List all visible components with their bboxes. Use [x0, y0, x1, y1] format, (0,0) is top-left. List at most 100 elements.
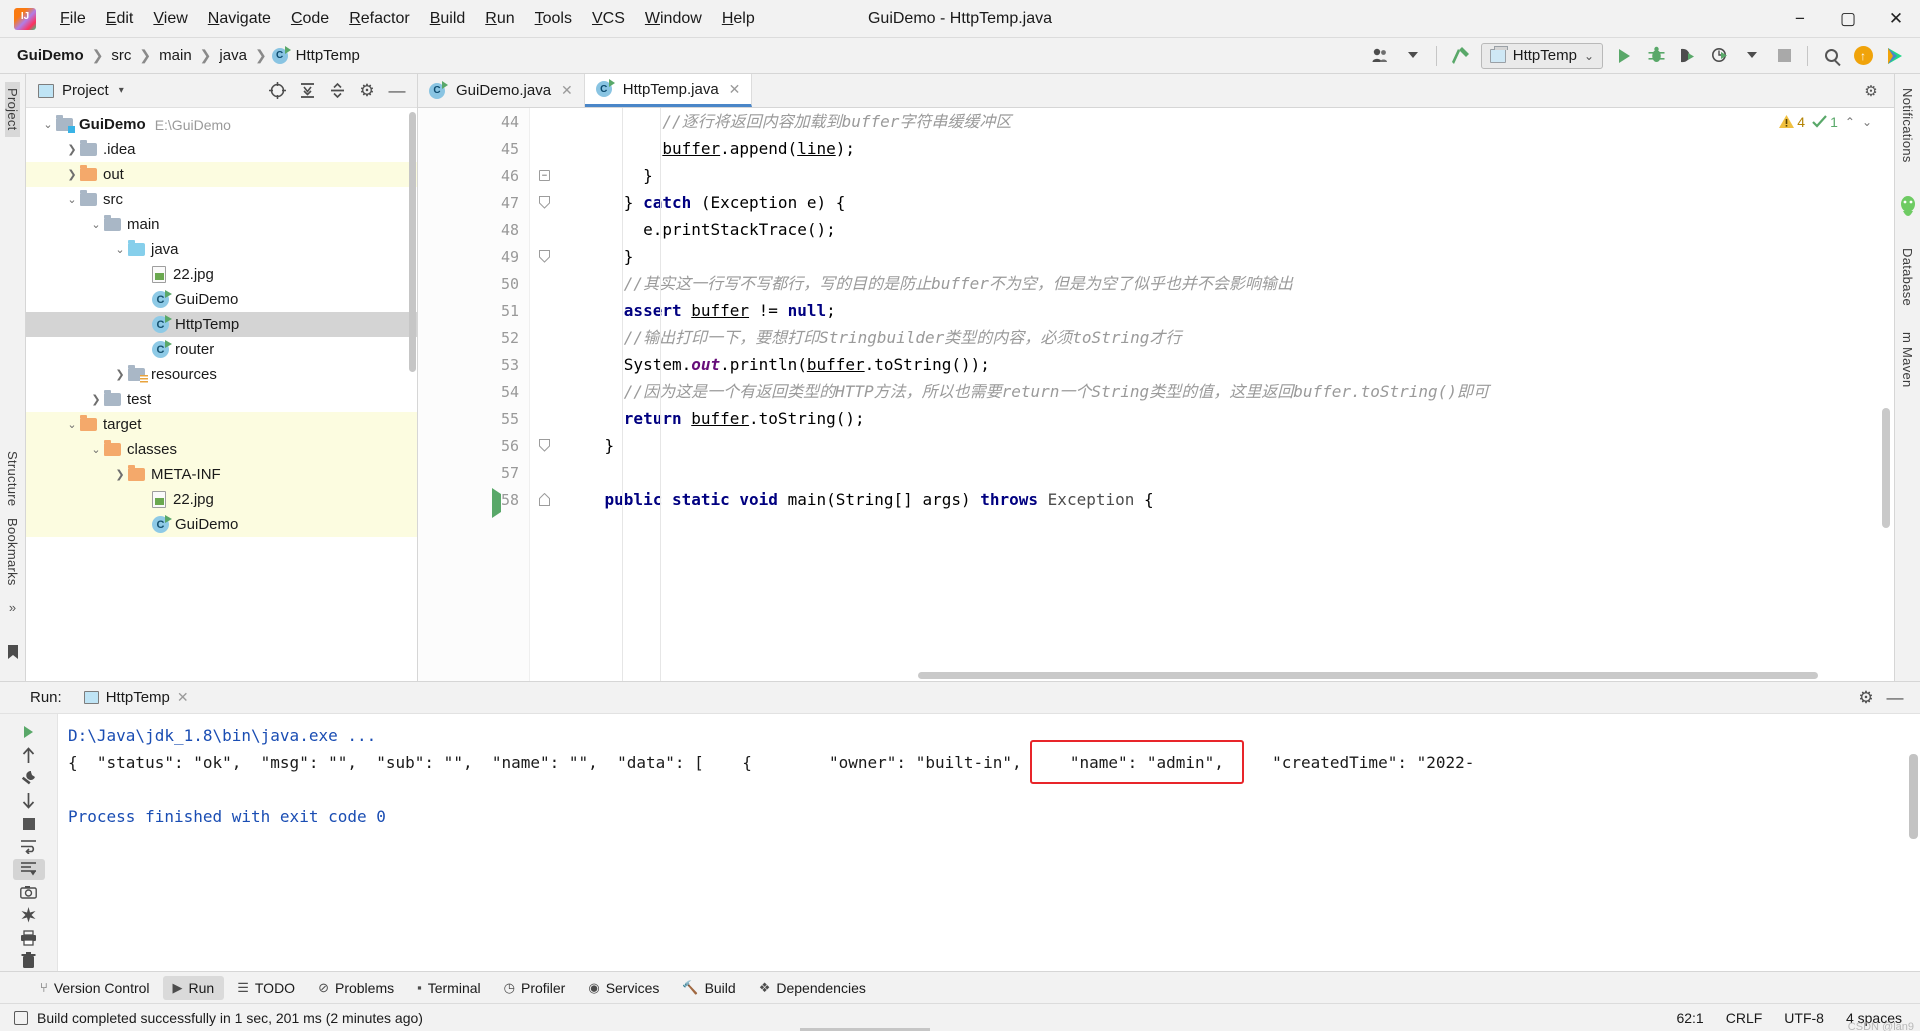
- rail-notifications-button[interactable]: Notifications: [1900, 82, 1915, 169]
- tool-window-button-profiler[interactable]: ◷ Profiler: [494, 976, 576, 1000]
- gutter-line-45[interactable]: 45: [418, 135, 529, 162]
- gutter-line-55[interactable]: 55: [418, 405, 529, 432]
- console-vertical-scrollbar[interactable]: [1909, 754, 1918, 839]
- update-project-icon[interactable]: ↑: [1848, 42, 1878, 70]
- menu-build[interactable]: Build: [420, 6, 476, 32]
- settings-gear-icon[interactable]: ⚙: [353, 78, 381, 104]
- menu-vcs[interactable]: VCS: [582, 6, 635, 32]
- clear-all-icon[interactable]: [13, 905, 45, 926]
- tool-window-button-version-control[interactable]: ⑂ Version Control: [30, 976, 160, 1000]
- tree-node-httptemp[interactable]: ❯CHttpTemp: [26, 312, 417, 337]
- tree-node-target[interactable]: ⌄ target: [26, 412, 417, 437]
- menu-view[interactable]: View: [143, 6, 197, 32]
- menu-file[interactable]: File: [50, 6, 96, 32]
- maximize-button[interactable]: ▢: [1824, 0, 1872, 38]
- tree-node-classes[interactable]: ⌄ classes: [26, 437, 417, 462]
- code-editor[interactable]: 44 45 46− 47 48 49 50 51 52 53 54 55 56 57 58 //逐行将返回内…: [418, 108, 1894, 681]
- tool-window-button-terminal[interactable]: ▪ Terminal: [407, 976, 491, 1000]
- soft-wrap-icon[interactable]: [13, 836, 45, 857]
- inspection-ok-badge[interactable]: 1: [1812, 114, 1838, 130]
- gutter-line-48[interactable]: 48: [418, 216, 529, 243]
- tree-node--idea[interactable]: ❯ .idea: [26, 137, 417, 162]
- tree-node-22-jpg[interactable]: ❯22.jpg: [26, 262, 417, 287]
- chevron-down-icon[interactable]: ⌄: [88, 218, 104, 231]
- code-line-44[interactable]: //逐行将返回内容加载到buffer字符串缓缓冲区: [566, 108, 1894, 135]
- run-console-output[interactable]: D:\Java\jdk_1.8\bin\java.exe ... { "statu…: [58, 714, 1920, 971]
- chevron-right-icon[interactable]: ❯: [112, 368, 128, 381]
- menu-navigate[interactable]: Navigate: [198, 6, 281, 32]
- menu-window[interactable]: Window: [635, 6, 712, 32]
- code-line-52[interactable]: //输出打印一下，要想打印Stringbuilder类型的内容，必须toStri…: [566, 324, 1894, 351]
- file-encoding[interactable]: UTF-8: [1784, 1010, 1824, 1026]
- gutter-line-52[interactable]: 52: [418, 324, 529, 351]
- chevron-right-icon[interactable]: ❯: [64, 168, 80, 181]
- chevron-down-icon[interactable]: ⌄: [112, 243, 128, 256]
- tree-node-guidemo[interactable]: ❯CGuiDemo: [26, 512, 417, 537]
- tool-window-button-services[interactable]: ◉ Services: [578, 976, 669, 1000]
- tree-node-guidemo[interactable]: ⌄ GuiDemo E:\GuiDemo: [26, 112, 417, 137]
- breadcrumb-file[interactable]: HttpTemp: [293, 45, 363, 66]
- close-button[interactable]: ✕: [1872, 0, 1920, 38]
- debug-button[interactable]: [1641, 42, 1671, 70]
- bookmark-flag-icon[interactable]: [7, 645, 19, 663]
- run-button[interactable]: [1609, 42, 1639, 70]
- project-tree[interactable]: ⌄ GuiDemo E:\GuiDemo ❯ .idea ❯ out ⌄ src ⌄ main ⌄ ja…: [26, 108, 417, 681]
- editor-settings-gear-icon[interactable]: ⚙: [1858, 82, 1884, 100]
- stop-process-icon[interactable]: [13, 813, 45, 834]
- tool-window-button-problems[interactable]: ⊘ Problems: [308, 976, 404, 1000]
- close-icon[interactable]: ✕: [729, 81, 741, 98]
- select-opened-file-icon[interactable]: [263, 78, 291, 104]
- breadcrumb-project[interactable]: GuiDemo: [14, 45, 87, 66]
- close-icon[interactable]: ✕: [561, 82, 573, 99]
- previous-problem-icon[interactable]: ⌃: [1845, 115, 1855, 129]
- ide-extra-icon[interactable]: [1880, 42, 1910, 70]
- chevron-right-icon[interactable]: ❯: [112, 468, 128, 481]
- rerun-icon[interactable]: [13, 722, 45, 743]
- project-tree-scrollbar[interactable]: [409, 112, 416, 372]
- chevron-down-icon[interactable]: ⌄: [64, 193, 80, 206]
- editor-tab-guidemo-java[interactable]: C GuiDemo.java ✕: [418, 74, 585, 107]
- tree-node-resources[interactable]: ❯ resources: [26, 362, 417, 387]
- code-line-49[interactable]: }: [566, 243, 1894, 270]
- tree-node-guidemo[interactable]: ❯CGuiDemo: [26, 287, 417, 312]
- run-configuration-selector[interactable]: HttpTemp ⌄: [1480, 42, 1603, 69]
- chevron-down-icon[interactable]: ⌄: [64, 418, 80, 431]
- editor-tab-httptemp-java[interactable]: C HttpTemp.java ✕: [584, 74, 753, 107]
- code-line-47[interactable]: } catch (Exception e) {: [566, 189, 1894, 216]
- tree-node-meta-inf[interactable]: ❯ META-INF: [26, 462, 417, 487]
- gutter-line-54[interactable]: 54: [418, 378, 529, 405]
- more-tool-windows-icon[interactable]: »: [9, 600, 16, 615]
- inspection-widget[interactable]: 4 1 ⌃ ⌄: [1779, 114, 1872, 130]
- chevron-right-icon[interactable]: ❯: [88, 393, 104, 406]
- chevron-right-icon[interactable]: ❯: [64, 143, 80, 156]
- settings-wrench-icon[interactable]: [13, 768, 45, 789]
- hide-panel-icon[interactable]: —: [383, 78, 411, 104]
- rail-bookmarks-button[interactable]: Bookmarks: [5, 512, 20, 592]
- gutter-line-50[interactable]: 50: [418, 270, 529, 297]
- code-line-56[interactable]: }: [566, 432, 1894, 459]
- rail-database-button[interactable]: Database: [1900, 242, 1915, 312]
- tree-node-src[interactable]: ⌄ src: [26, 187, 417, 212]
- close-icon[interactable]: ✕: [177, 689, 189, 706]
- chevron-down-icon[interactable]: ⌄: [40, 118, 56, 131]
- gutter-line-44[interactable]: 44: [418, 108, 529, 135]
- rail-maven-button[interactable]: m Maven: [1900, 326, 1915, 394]
- run-gutter-icon[interactable]: [492, 488, 501, 518]
- expand-all-icon[interactable]: [293, 78, 321, 104]
- run-with-coverage-button[interactable]: [1673, 42, 1703, 70]
- build-hammer-icon[interactable]: [1445, 42, 1475, 70]
- code-line-48[interactable]: e.printStackTrace();: [566, 216, 1894, 243]
- code-line-45[interactable]: buffer.append(line);: [566, 135, 1894, 162]
- code-line-51[interactable]: assert buffer != null;: [566, 297, 1894, 324]
- scroll-to-end-icon[interactable]: [12, 858, 45, 880]
- menu-tools[interactable]: Tools: [525, 6, 582, 32]
- tool-window-button-todo[interactable]: ☰ TODO: [227, 976, 305, 1000]
- chevron-down-icon[interactable]: [1398, 42, 1428, 70]
- scroll-up-icon[interactable]: [13, 745, 45, 766]
- screenshot-icon[interactable]: [13, 882, 45, 903]
- code-line-50[interactable]: //其实这一行写不写都行，写的目的是防止buffer不为空，但是为空了似乎也并不…: [566, 270, 1894, 297]
- breadcrumb-src[interactable]: src: [108, 45, 134, 66]
- collapse-all-icon[interactable]: [323, 78, 351, 104]
- rail-structure-button[interactable]: Structure: [5, 445, 20, 512]
- editor-vertical-scrollbar[interactable]: [1882, 408, 1890, 528]
